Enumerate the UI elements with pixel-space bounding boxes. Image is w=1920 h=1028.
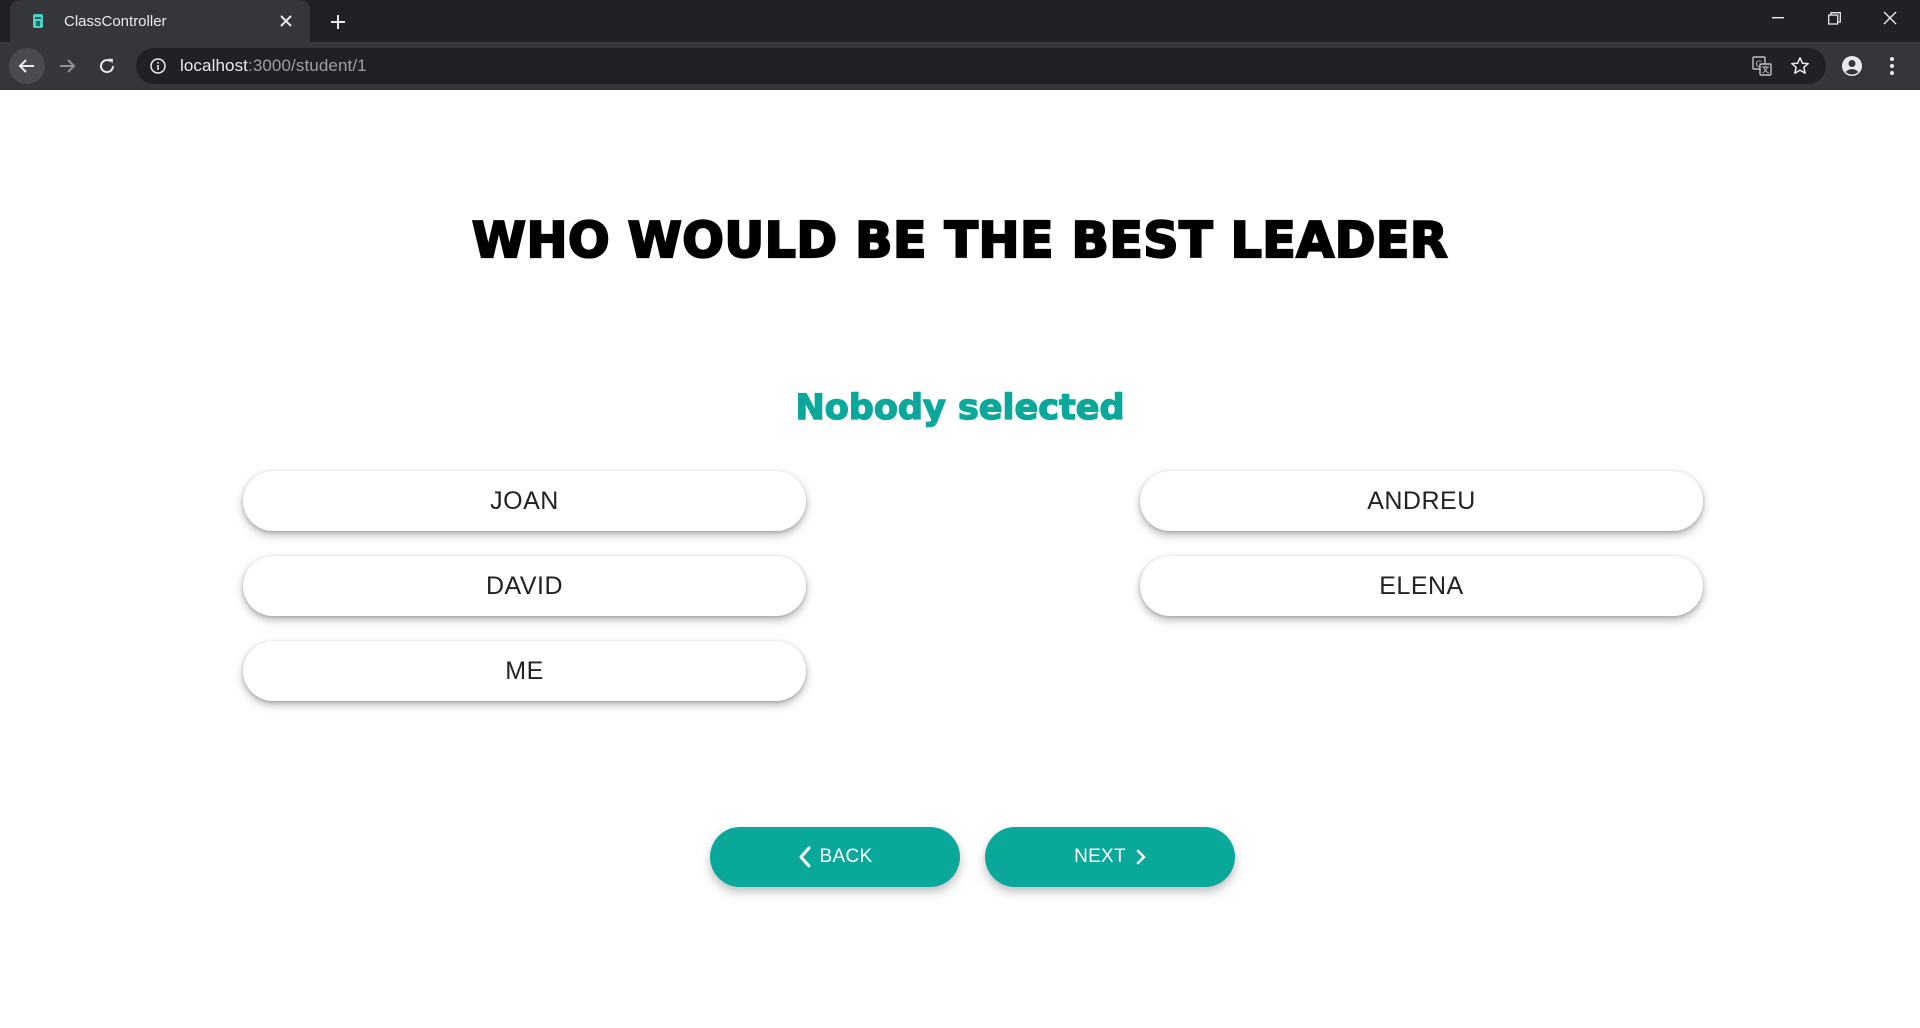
new-tab-icon[interactable] — [325, 9, 351, 35]
forward-icon[interactable] — [49, 48, 85, 84]
menu-icon[interactable] — [1874, 48, 1910, 84]
address-bar[interactable]: localhost:3000/student/1 G — [136, 48, 1826, 84]
url-text: localhost:3000/student/1 — [180, 56, 367, 76]
tab-title: ClassController — [64, 12, 167, 30]
selection-status: Nobody selected — [795, 387, 1125, 428]
chevron-left-icon — [798, 846, 812, 868]
url-path: :3000/student/1 — [248, 56, 367, 75]
bookmark-star-icon[interactable] — [1788, 54, 1812, 78]
browser-titlebar: ClassController — [0, 0, 1920, 42]
tab-close-icon[interactable] — [276, 11, 296, 31]
option-button-david[interactable]: DAVID — [243, 556, 806, 616]
next-button-label: NEXT — [1074, 846, 1126, 867]
option-button-andreu[interactable]: ANDREU — [1140, 471, 1703, 531]
chevron-right-icon — [1136, 849, 1146, 865]
back-button[interactable]: BACK — [710, 827, 960, 887]
option-button-joan[interactable]: JOAN — [243, 471, 806, 531]
option-button-me[interactable]: ME — [243, 641, 806, 701]
info-icon[interactable] — [150, 58, 166, 74]
option-button-elena[interactable]: ELENA — [1140, 556, 1703, 616]
url-host: localhost — [180, 56, 248, 75]
browser-tab[interactable]: ClassController — [10, 0, 310, 42]
back-button-label: BACK — [819, 846, 873, 867]
next-button[interactable]: NEXT — [985, 827, 1235, 887]
question-title: WHO WOULD BE THE BEST LEADER — [471, 211, 1449, 270]
browser-toolbar: localhost:3000/student/1 G — [0, 42, 1920, 90]
restore-icon[interactable] — [1806, 0, 1862, 36]
favicon-icon — [28, 11, 48, 31]
close-window-icon[interactable] — [1862, 0, 1918, 36]
minimize-icon[interactable] — [1750, 0, 1806, 36]
translate-icon[interactable]: G — [1750, 54, 1774, 78]
back-icon[interactable] — [9, 48, 45, 84]
page-content: WHO WOULD BE THE BEST LEADER Nobody sele… — [0, 90, 1920, 1028]
profile-icon[interactable] — [1834, 48, 1870, 84]
reload-icon[interactable] — [89, 48, 125, 84]
